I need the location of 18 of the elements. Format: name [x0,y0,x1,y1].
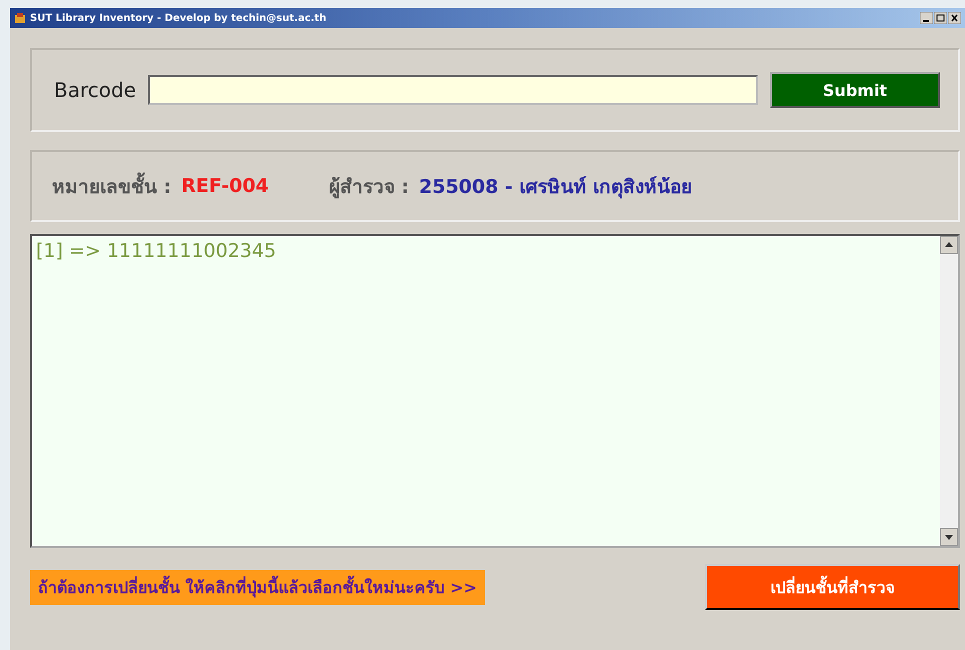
log-area[interactable]: [1] => 11111111002345 [30,234,960,548]
hint-banner: ถ้าต้องการเปลี่ยนชั้น ให้คลิกที่ปุ่มนี้แล้วเลือกชั้นใหม่นะครับ >> [30,570,485,604]
shelf-number: REF-004 [181,175,269,197]
scroll-down-icon[interactable] [940,528,958,546]
surveyor-label: ผู้สำรวจ : [328,175,409,200]
submit-button[interactable]: Submit [770,72,940,108]
barcode-field[interactable] [148,75,758,105]
window-title: SUT Library Inventory - Develop by techin@sut.ac.th [30,12,328,24]
barcode-label: Barcode [54,78,136,102]
scroll-up-icon[interactable] [940,236,958,254]
change-shelf-button[interactable]: เปลี่ยนชั้นที่สำรวจ [705,564,960,610]
shelf-label: หมายเลขชั้น : [52,171,172,201]
log-line: [1] => 11111111002345 [36,240,278,262]
app-icon [14,12,26,24]
surveyor-name: 255008 - เศรษินท์ เกตุสิงห์น้อย [419,175,692,200]
close-icon[interactable] [948,12,961,24]
maximize-icon[interactable] [934,12,947,24]
minimize-icon[interactable] [920,12,933,24]
